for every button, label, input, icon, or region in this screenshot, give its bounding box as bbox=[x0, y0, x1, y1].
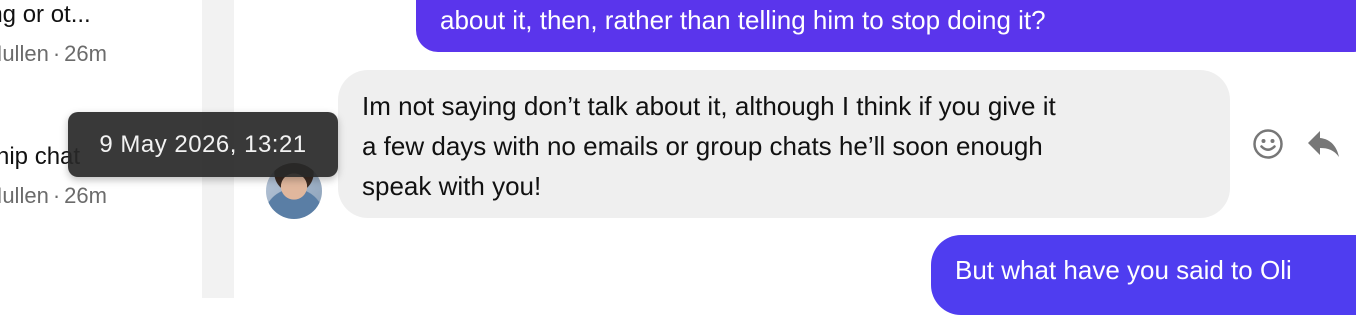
conversation-time: 26m bbox=[64, 41, 107, 66]
meta-separator: · bbox=[52, 41, 61, 66]
message-text: about it, then, rather than telling him … bbox=[440, 5, 1046, 35]
incoming-message[interactable]: Im not saying don’t talk about it, altho… bbox=[338, 70, 1230, 218]
conversation-item[interactable]: ing or ot... Mullen·26m bbox=[0, 0, 202, 68]
outgoing-message[interactable]: But what have you said to Oli bbox=[931, 235, 1356, 315]
conversation-title: ing or ot... bbox=[0, 1, 91, 28]
conversation-author: Mullen bbox=[0, 41, 49, 66]
conversation-author: Mullen bbox=[0, 183, 49, 208]
add-reaction-button[interactable] bbox=[1248, 122, 1288, 166]
message-thread: about it, then, rather than telling him … bbox=[234, 0, 1356, 315]
timestamp-tooltip: 9 May 2026, 13:21 bbox=[68, 112, 338, 177]
message-line: speak with you! bbox=[362, 171, 542, 201]
tooltip-text: 9 May 2026, 13:21 bbox=[99, 130, 307, 158]
conversation-meta: Mullen·26m bbox=[0, 40, 202, 68]
reply-button[interactable] bbox=[1304, 122, 1344, 166]
message-line: Im not saying don’t talk about it, altho… bbox=[362, 91, 1056, 121]
reply-icon bbox=[1308, 131, 1339, 157]
conversation-time: 26m bbox=[64, 183, 107, 208]
conversation-meta: Mullen·26m bbox=[0, 182, 202, 210]
smiley-icon bbox=[1253, 129, 1283, 159]
message-text: But what have you said to Oli bbox=[955, 255, 1292, 285]
message-line: a few days with no emails or group chats… bbox=[362, 131, 1043, 161]
meta-separator: · bbox=[52, 183, 61, 208]
outgoing-message[interactable]: about it, then, rather than telling him … bbox=[416, 0, 1356, 52]
